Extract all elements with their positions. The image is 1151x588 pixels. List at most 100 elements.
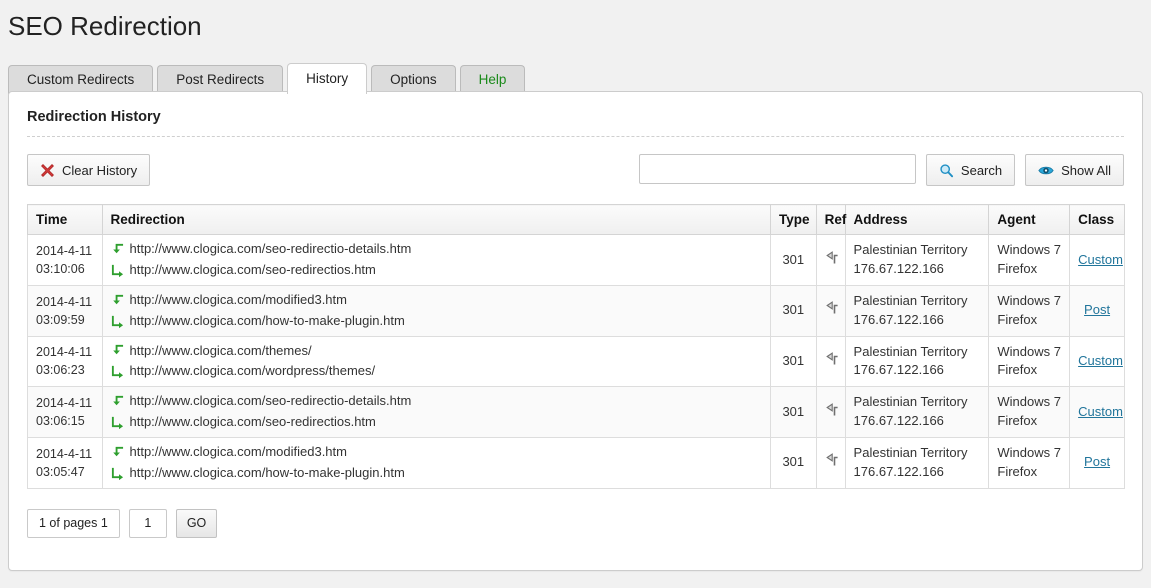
- row-time: 03:09:59: [36, 311, 94, 329]
- cell-time: 2014-4-1103:09:59: [28, 285, 103, 336]
- row-date: 2014-4-11: [36, 445, 94, 463]
- class-link[interactable]: Post: [1084, 454, 1110, 469]
- cell-ref: [816, 336, 845, 387]
- row-time: 03:06:23: [36, 361, 94, 379]
- row-country: Palestinian Territory: [854, 343, 981, 362]
- target-arrow-icon: [111, 315, 124, 328]
- row-country: Palestinian Territory: [854, 292, 981, 311]
- page-title: SEO Redirection: [0, 0, 1151, 42]
- pagination: 1 of pages 1 GO: [27, 509, 1142, 538]
- history-table: TimeRedirectionTypeRefAddressAgentClass …: [27, 204, 1125, 488]
- target-arrow-icon: [111, 365, 124, 378]
- row-date: 2014-4-11: [36, 394, 94, 412]
- show-all-button[interactable]: Show All: [1025, 154, 1124, 186]
- col-header-agent: Agent: [989, 205, 1070, 235]
- cell-redirection: http://www.clogica.com/modified3.htm http…: [102, 437, 771, 488]
- row-country: Palestinian Territory: [854, 241, 981, 260]
- source-url-line: http://www.clogica.com/seo-redirectio-de…: [111, 392, 763, 411]
- class-link[interactable]: Custom: [1078, 252, 1123, 267]
- target-url: http://www.clogica.com/how-to-make-plugi…: [130, 312, 405, 331]
- source-url: http://www.clogica.com/modified3.htm: [130, 443, 347, 462]
- source-url-line: http://www.clogica.com/modified3.htm: [111, 443, 763, 462]
- clear-history-button[interactable]: Clear History: [27, 154, 150, 186]
- target-url-line: http://www.clogica.com/wordpress/themes/: [111, 362, 763, 381]
- tab-history[interactable]: History: [287, 63, 367, 94]
- col-header-class: Class: [1070, 205, 1125, 235]
- row-os: Windows 7: [997, 343, 1061, 362]
- cell-redirection: http://www.clogica.com/seo-redirectio-de…: [102, 235, 771, 286]
- referrer-arrow-icon[interactable]: [825, 303, 839, 318]
- row-date: 2014-4-11: [36, 343, 94, 361]
- red-x-icon: [40, 163, 55, 178]
- page-number-input[interactable]: [129, 509, 167, 538]
- table-row: 2014-4-1103:05:47http://www.clogica.com/…: [28, 437, 1125, 488]
- cell-agent: Windows 7Firefox: [989, 285, 1070, 336]
- tab-help[interactable]: Help: [460, 65, 526, 94]
- cell-class: Post: [1070, 437, 1125, 488]
- class-link[interactable]: Custom: [1078, 404, 1123, 419]
- eye-icon: [1038, 163, 1054, 178]
- target-url: http://www.clogica.com/how-to-make-plugi…: [130, 464, 405, 483]
- cell-type: 301: [771, 336, 817, 387]
- cell-agent: Windows 7Firefox: [989, 235, 1070, 286]
- go-button[interactable]: GO: [176, 509, 217, 538]
- target-url: http://www.clogica.com/seo-redirectios.h…: [130, 261, 376, 280]
- row-time: 03:10:06: [36, 260, 94, 278]
- source-url: http://www.clogica.com/themes/: [130, 342, 312, 361]
- source-url: http://www.clogica.com/seo-redirectio-de…: [130, 392, 412, 411]
- row-browser: Firefox: [997, 361, 1061, 380]
- row-date: 2014-4-11: [36, 293, 94, 311]
- source-url-line: http://www.clogica.com/modified3.htm: [111, 291, 763, 310]
- col-header-time: Time: [28, 205, 103, 235]
- target-url-line: http://www.clogica.com/how-to-make-plugi…: [111, 312, 763, 331]
- clear-history-label: Clear History: [62, 163, 137, 178]
- cell-agent: Windows 7Firefox: [989, 387, 1070, 438]
- target-url-line: http://www.clogica.com/how-to-make-plugi…: [111, 464, 763, 483]
- cell-type: 301: [771, 437, 817, 488]
- row-browser: Firefox: [997, 463, 1061, 482]
- row-browser: Firefox: [997, 311, 1061, 330]
- show-all-label: Show All: [1061, 163, 1111, 178]
- cell-time: 2014-4-1103:10:06: [28, 235, 103, 286]
- cell-type: 301: [771, 235, 817, 286]
- source-url: http://www.clogica.com/modified3.htm: [130, 291, 347, 310]
- search-input[interactable]: [639, 154, 916, 184]
- cell-class: Custom: [1070, 235, 1125, 286]
- row-date: 2014-4-11: [36, 242, 94, 260]
- referrer-arrow-icon[interactable]: [825, 405, 839, 420]
- tab-bar: Custom RedirectsPost RedirectsHistoryOpt…: [8, 63, 1151, 92]
- referrer-arrow-icon[interactable]: [825, 354, 839, 369]
- source-arrow-icon: [111, 446, 124, 459]
- cell-type: 301: [771, 285, 817, 336]
- tab-options[interactable]: Options: [371, 65, 456, 94]
- row-ip: 176.67.122.166: [854, 311, 981, 330]
- page-summary: 1 of pages 1: [27, 509, 120, 538]
- tab-custom-redirects[interactable]: Custom Redirects: [8, 65, 153, 94]
- source-url: http://www.clogica.com/seo-redirectio-de…: [130, 240, 412, 259]
- col-header-ref: Ref: [816, 205, 845, 235]
- row-country: Palestinian Territory: [854, 444, 981, 463]
- cell-address: Palestinian Territory176.67.122.166: [845, 285, 989, 336]
- cell-time: 2014-4-1103:06:15: [28, 387, 103, 438]
- search-area: Search Show All: [639, 154, 1124, 186]
- cell-type: 301: [771, 387, 817, 438]
- cell-class: Post: [1070, 285, 1125, 336]
- class-link[interactable]: Post: [1084, 302, 1110, 317]
- content-panel: Redirection History Clear History Sear: [8, 91, 1143, 571]
- table-header: TimeRedirectionTypeRefAddressAgentClass: [28, 205, 1125, 235]
- source-url-line: http://www.clogica.com/themes/: [111, 342, 763, 361]
- referrer-arrow-icon[interactable]: [825, 455, 839, 470]
- tab-post-redirects[interactable]: Post Redirects: [157, 65, 283, 94]
- class-link[interactable]: Custom: [1078, 353, 1123, 368]
- source-arrow-icon: [111, 395, 124, 408]
- magnifier-icon: [939, 163, 954, 178]
- target-arrow-icon: [111, 416, 124, 429]
- search-button[interactable]: Search: [926, 154, 1015, 186]
- cell-redirection: http://www.clogica.com/themes/http://www…: [102, 336, 771, 387]
- cell-class: Custom: [1070, 336, 1125, 387]
- target-url-line: http://www.clogica.com/seo-redirectios.h…: [111, 261, 763, 280]
- target-arrow-icon: [111, 467, 124, 480]
- referrer-arrow-icon[interactable]: [825, 253, 839, 268]
- col-header-address: Address: [845, 205, 989, 235]
- table-body: 2014-4-1103:10:06http://www.clogica.com/…: [28, 235, 1125, 488]
